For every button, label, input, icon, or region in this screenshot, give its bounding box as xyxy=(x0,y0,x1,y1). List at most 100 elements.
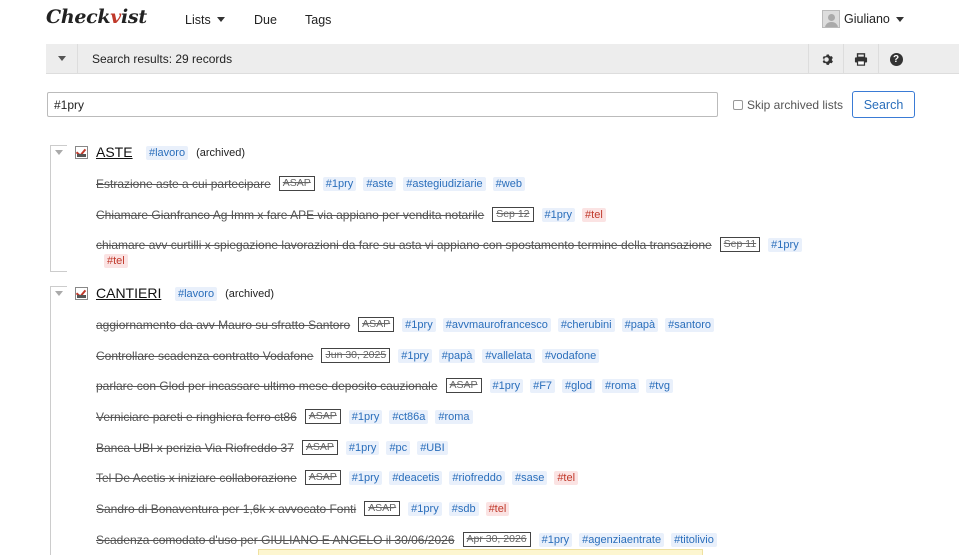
nav-due-link[interactable]: Due xyxy=(254,13,277,27)
tag-link[interactable]: #ct86a xyxy=(389,409,429,424)
task-row[interactable]: Controllare scadenza contratto Vodafone … xyxy=(96,348,606,363)
list-title[interactable]: CANTIERI xyxy=(96,285,161,301)
task-row[interactable]: Sandro di Bonaventura per 1,6k x avvocat… xyxy=(96,501,516,516)
tag-link[interactable]: #1pry xyxy=(398,348,432,363)
help-button[interactable]: ? xyxy=(878,44,913,74)
task-row[interactable]: chiamare avv curtilli x spiegazione lavo… xyxy=(96,237,809,252)
gear-icon xyxy=(822,53,833,65)
results-toolbar: Search results: 29 records ? xyxy=(46,44,959,74)
tag-link[interactable]: #pc xyxy=(386,440,411,455)
tag-link[interactable]: #roma xyxy=(435,409,473,424)
task-text[interactable]: aggiornamento da avv Mauro su sfratto Sa… xyxy=(96,318,350,332)
tag-link[interactable]: #1pry xyxy=(541,207,576,222)
tag-link[interactable]: #sase xyxy=(511,470,548,485)
task-text[interactable]: Chiamare Gianfranco Ag Imm x fare APE vi… xyxy=(96,208,484,222)
tag-link[interactable]: #deacetis xyxy=(389,470,443,485)
user-name: Giuliano xyxy=(844,12,890,26)
tag-link[interactable]: #roma xyxy=(601,378,640,393)
task-row[interactable]: Estrazione aste a cui partecipare ASAP #… xyxy=(96,176,532,191)
search-input[interactable] xyxy=(47,92,718,117)
due-badge: ASAP xyxy=(358,317,395,332)
nav-tags-link[interactable]: Tags xyxy=(305,13,331,27)
tag-link[interactable]: #1pry xyxy=(489,378,524,393)
task-row[interactable]: aggiornamento da avv Mauro su sfratto Sa… xyxy=(96,317,721,332)
tag-link[interactable]: #riofreddo xyxy=(449,470,505,485)
collapse-toggle-button[interactable] xyxy=(46,44,78,74)
search-button[interactable]: Search xyxy=(852,91,915,118)
tag-link[interactable]: #vallelata xyxy=(482,348,535,363)
task-row[interactable]: parlare con Glod per incassare ultimo me… xyxy=(96,378,680,393)
tag-link[interactable]: #1pry xyxy=(322,176,357,191)
tag-link[interactable]: #web xyxy=(492,176,525,191)
print-button[interactable] xyxy=(843,44,878,74)
task-text[interactable]: Controllare scadenza contratto Vodafone xyxy=(96,349,313,363)
task-text[interactable]: parlare con Glod per incassare ultimo me… xyxy=(96,379,438,393)
top-navbar: Checkvist Lists Due Tags Giuliano xyxy=(0,0,959,44)
print-icon xyxy=(854,52,868,66)
tag-link[interactable]: #agenziaentrate xyxy=(579,532,665,547)
tag-link[interactable]: #1pry xyxy=(345,440,380,455)
checklist-icon xyxy=(75,287,88,300)
checkvist-logo[interactable]: Checkvist xyxy=(46,6,147,28)
task-text[interactable]: chiamare avv curtilli x spiegazione lavo… xyxy=(96,238,712,252)
tag-link[interactable]: #tel xyxy=(104,254,128,268)
list-meta: #lavoro (archived) xyxy=(175,287,274,301)
task-row[interactable]: Verniciare pareti e ringhiera ferro ct86… xyxy=(96,409,480,424)
task-row[interactable]: Banca UBI x perizia Via Riofreddo 37 ASA… xyxy=(96,440,455,455)
list-meta: #lavoro (archived) xyxy=(146,146,245,160)
tag-link[interactable]: #F7 xyxy=(530,378,556,393)
tag-link[interactable]: #1pry xyxy=(768,237,802,252)
archived-label: (archived) xyxy=(225,288,274,300)
chevron-down-icon xyxy=(58,56,66,61)
tag-link[interactable]: #avvmaurofrancesco xyxy=(442,317,551,332)
tag-link[interactable]: #papà xyxy=(438,348,476,363)
tag-link[interactable]: #1pry xyxy=(348,409,383,424)
list-tag[interactable]: #lavoro xyxy=(146,146,189,160)
tag-link[interactable]: #tel xyxy=(582,207,606,222)
tag-link[interactable]: #1pry xyxy=(538,532,573,547)
tag-link[interactable]: #santoro xyxy=(665,317,714,332)
tag-link[interactable]: #aste xyxy=(363,176,397,191)
task-text[interactable]: Banca UBI x perizia Via Riofreddo 37 xyxy=(96,441,294,455)
task-row[interactable]: Chiamare Gianfranco Ag Imm x fare APE vi… xyxy=(96,207,613,222)
tag-link[interactable]: #vodafone xyxy=(541,348,600,363)
due-badge: ASAP xyxy=(364,501,401,516)
tag-link[interactable]: #UBI xyxy=(417,440,448,455)
tag-link[interactable]: #titolivio xyxy=(671,532,717,547)
tag-link[interactable]: #1pry xyxy=(402,317,436,332)
list-group-border xyxy=(50,286,67,555)
due-badge: Sep 12 xyxy=(492,207,534,222)
tag-link[interactable]: #astegiudiziarie xyxy=(403,176,486,191)
due-badge: ASAP xyxy=(301,440,338,455)
tag-link[interactable]: #tel xyxy=(554,470,579,485)
chevron-down-icon xyxy=(895,16,904,22)
tag-link[interactable]: #1pry xyxy=(348,470,383,485)
due-badge: ASAP xyxy=(304,470,341,485)
skip-archived-option[interactable]: Skip archived lists xyxy=(733,98,843,112)
nav-lists-menu[interactable]: Lists xyxy=(185,13,225,27)
tag-link[interactable]: #tel xyxy=(485,501,510,516)
task-text[interactable]: Tel De Acetis x iniziare collaborazione xyxy=(96,471,297,485)
tag-link[interactable]: #cherubini xyxy=(557,317,615,332)
settings-button[interactable] xyxy=(808,44,843,74)
tag-link[interactable]: #sdb xyxy=(448,501,479,516)
task-row[interactable]: Scadenza comodato d'uso per GIULIANO E A… xyxy=(96,532,724,547)
tag-link[interactable]: #papà xyxy=(621,317,659,332)
task-text[interactable]: Verniciare pareti e ringhiera ferro ct86 xyxy=(96,410,297,424)
task-text[interactable]: Sandro di Bonaventura per 1,6k x avvocat… xyxy=(96,502,356,516)
tag-link[interactable]: #tvg xyxy=(646,378,673,393)
skip-archived-checkbox[interactable] xyxy=(733,100,743,110)
task-text[interactable]: Scadenza comodato d'uso per GIULIANO E A… xyxy=(96,533,455,547)
list-tag[interactable]: #lavoro xyxy=(175,287,218,301)
collapse-list-toggle[interactable] xyxy=(55,150,63,155)
collapse-list-toggle[interactable] xyxy=(55,291,63,296)
task-row[interactable]: Tel De Acetis x iniziare collaborazione … xyxy=(96,470,585,485)
tag-link[interactable]: #glod xyxy=(562,378,595,393)
user-menu[interactable]: Giuliano xyxy=(822,10,904,28)
tag-link[interactable]: #1pry xyxy=(408,501,442,516)
due-badge: Sep 11 xyxy=(719,237,761,252)
task-text[interactable]: Estrazione aste a cui partecipare xyxy=(96,177,271,191)
chevron-down-icon xyxy=(216,17,225,22)
list-title[interactable]: ASTE xyxy=(96,144,133,160)
search-results-title: Search results: 29 records xyxy=(92,52,233,66)
